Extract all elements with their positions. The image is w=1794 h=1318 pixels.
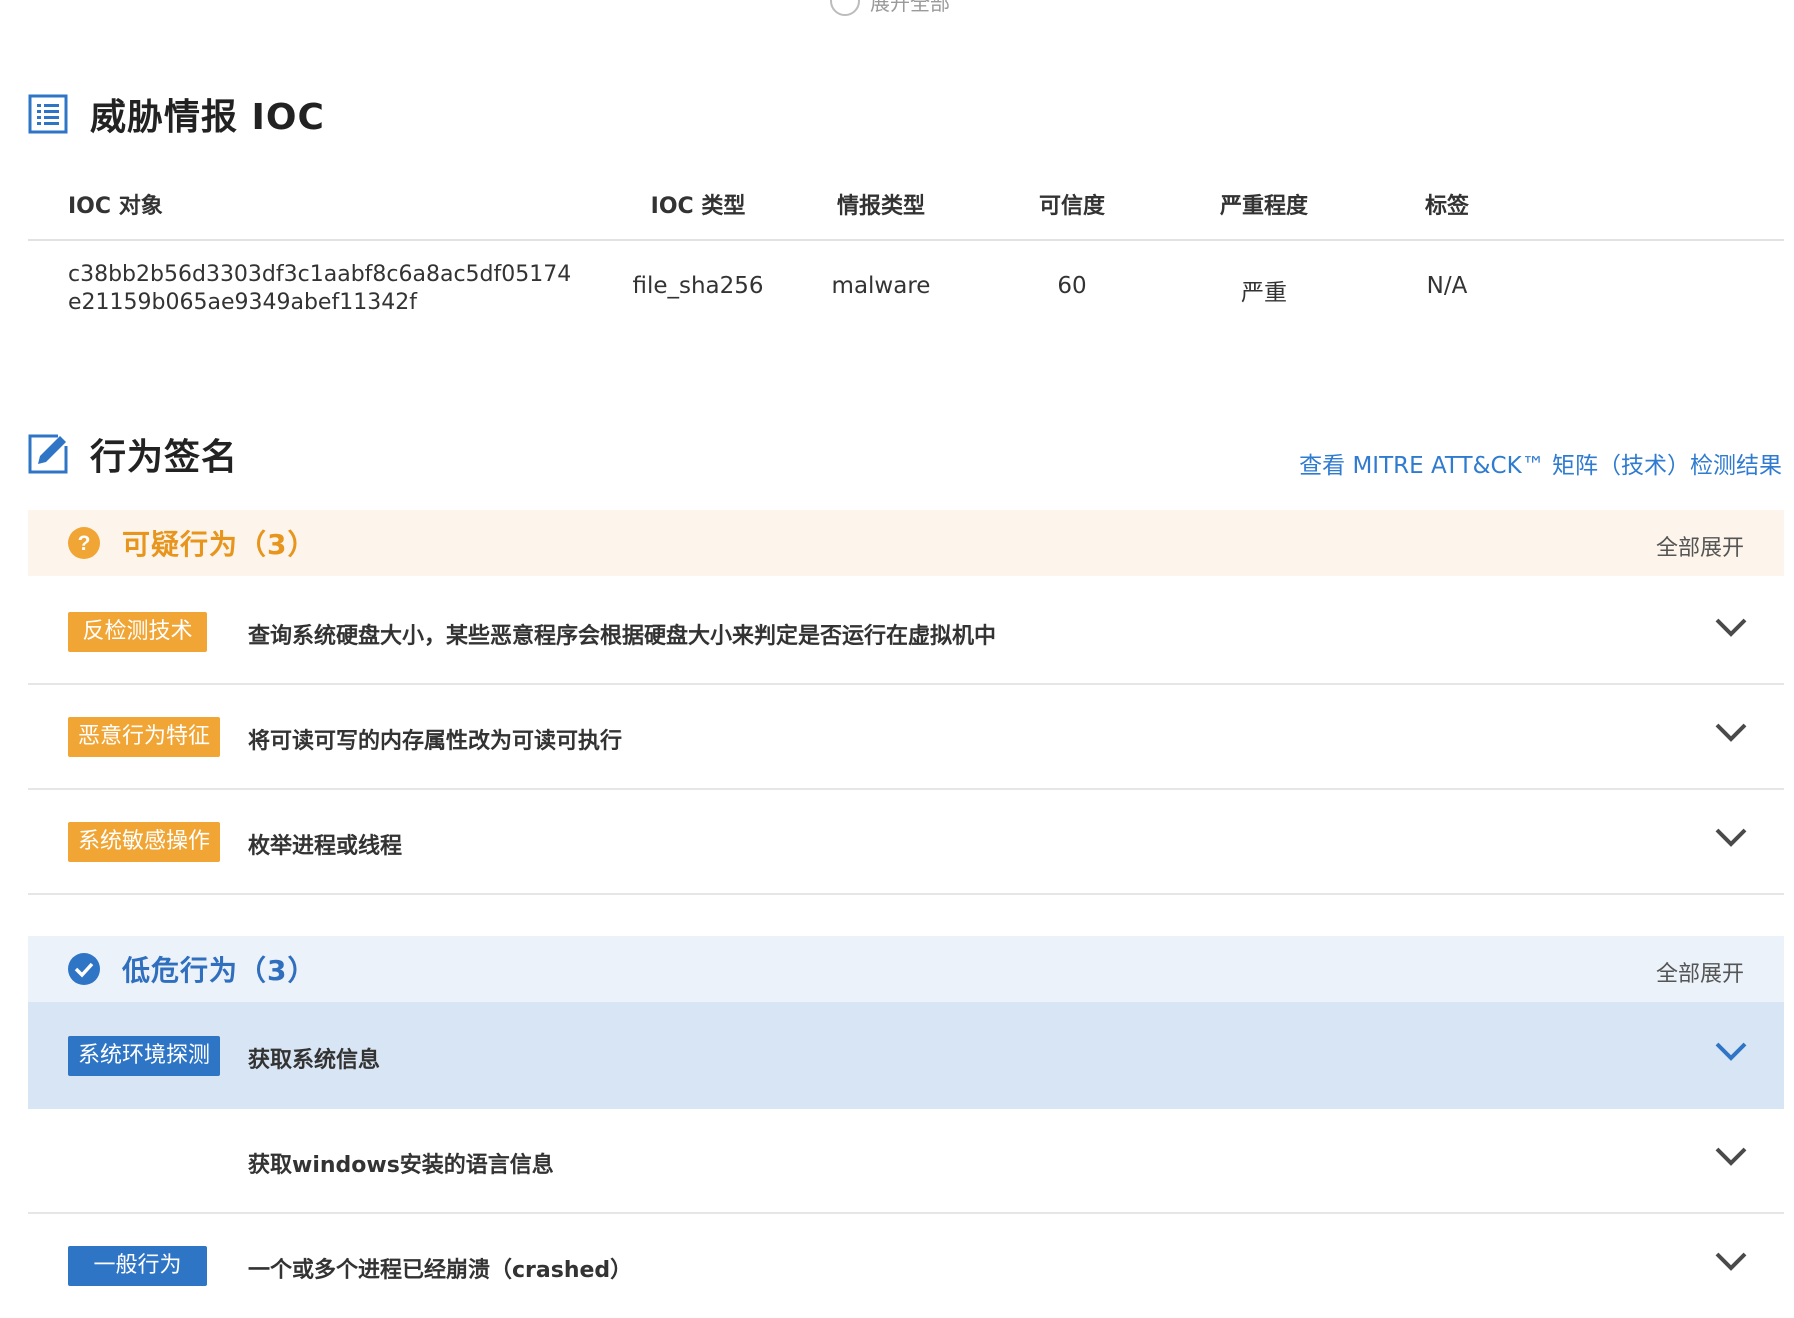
chevron-down-icon[interactable] xyxy=(1714,1040,1748,1064)
edit-icon xyxy=(28,434,68,474)
check-circle-icon xyxy=(68,953,100,985)
ioc-table: IOC 对象 IOC 类型 情报类型 可信度 严重程度 标签 c38bb2b56… xyxy=(28,170,1784,341)
chevron-down-icon[interactable] xyxy=(1714,1250,1748,1274)
col-confidence: 可信度 xyxy=(1038,194,1105,219)
mitre-attack-matrix-link[interactable]: 查看 MITRE ATT&CK™ 矩阵（技术）检测结果 xyxy=(1299,446,1782,480)
col-severity: 严重程度 xyxy=(1219,194,1308,219)
behavior-row[interactable]: 一般行为 一个或多个进程已经崩溃（crashed） xyxy=(28,1212,1784,1317)
confidence-value: 60 xyxy=(1057,273,1087,299)
behavior-category-tag: 一般行为 xyxy=(68,1246,207,1286)
expand-circle-icon xyxy=(830,0,860,16)
behavior-category-tag: 系统环境探测 xyxy=(68,1036,221,1076)
ioc-table-header: IOC 对象 IOC 类型 情报类型 可信度 严重程度 标签 xyxy=(28,170,1784,241)
behavior-description: 获取系统信息 xyxy=(248,1048,381,1073)
intel-type-value: malware xyxy=(831,273,931,299)
behavior-row[interactable]: 系统敏感操作 枚举进程或线程 xyxy=(28,788,1784,895)
tags-value: N/A xyxy=(1426,273,1468,299)
behavior-description: 一个或多个进程已经崩溃（crashed） xyxy=(248,1258,633,1283)
suspicious-expand-all-button[interactable]: 全部展开 xyxy=(1656,530,1744,562)
expand-all-label: 展开全部 xyxy=(870,0,950,15)
ioc-section-header: 威胁情报 IOC xyxy=(28,88,325,140)
behavior-description: 获取windows安装的语言信息 xyxy=(248,1153,554,1178)
report-page: 展开全部 威胁情报 IOC IOC 对象 IOC 类型 情报类型 可信度 严重程… xyxy=(0,0,1794,1318)
expand-all-toggle-top[interactable]: 展开全部 xyxy=(830,0,950,16)
col-ioc-object: IOC 对象 xyxy=(68,194,163,219)
low-risk-expand-all-button[interactable]: 全部展开 xyxy=(1656,956,1744,988)
ioc-section-title: 威胁情报 IOC xyxy=(90,97,325,138)
question-icon: ? xyxy=(68,527,100,559)
low-risk-group-title: 低危行为（3） xyxy=(122,954,317,987)
col-ioc-type: IOC 类型 xyxy=(650,194,746,219)
low-risk-group-header[interactable]: 低危行为（3） 全部展开 xyxy=(28,936,1784,1002)
chevron-down-icon[interactable] xyxy=(1714,616,1748,640)
behavior-row[interactable]: 恶意行为特征 将可读可写的内存属性改为可读可执行 xyxy=(28,683,1784,790)
behavior-row[interactable]: 反检测技术 查询系统硬盘大小，某些恶意程序会根据硬盘大小来判定是否运行在虚拟机中 xyxy=(28,578,1784,685)
chevron-down-icon[interactable] xyxy=(1714,1145,1748,1169)
behavior-description: 将可读可写的内存属性改为可读可执行 xyxy=(248,729,623,754)
suspicious-group-header[interactable]: ? 可疑行为（3） 全部展开 xyxy=(28,510,1784,576)
ioc-object-hash[interactable]: c38bb2b56d3303df3c1aabf8c6a8ac5df05174 e… xyxy=(68,261,571,317)
behavior-category-tag: 系统敏感操作 xyxy=(68,822,221,862)
severity-value: 严重 xyxy=(1241,280,1287,306)
chevron-down-icon[interactable] xyxy=(1714,721,1748,745)
behavior-category-tag: 反检测技术 xyxy=(68,612,207,652)
col-tags: 标签 xyxy=(1424,194,1469,219)
chevron-down-icon[interactable] xyxy=(1714,826,1748,850)
behavior-description: 查询系统硬盘大小，某些恶意程序会根据硬盘大小来判定是否运行在虚拟机中 xyxy=(248,624,997,649)
ioc-object-line2: e21159b065ae9349abef11342f xyxy=(68,290,417,315)
col-intel-type: 情报类型 xyxy=(836,194,925,219)
behavior-row-active[interactable]: 系统环境探测 获取系统信息 xyxy=(28,1002,1784,1109)
behavior-row[interactable]: 获取windows安装的语言信息 xyxy=(28,1107,1784,1214)
ioc-type-value: file_sha256 xyxy=(632,273,764,299)
svg-text:?: ? xyxy=(78,532,91,555)
ioc-object-line1: c38bb2b56d3303df3c1aabf8c6a8ac5df05174 xyxy=(68,262,572,287)
behavior-section-header: 行为签名 xyxy=(28,428,238,480)
behavior-section-title: 行为签名 xyxy=(90,437,239,478)
table-row: c38bb2b56d3303df3c1aabf8c6a8ac5df05174 e… xyxy=(28,241,1784,341)
suspicious-group-title: 可疑行为（3） xyxy=(122,528,317,561)
list-icon xyxy=(28,94,68,134)
behavior-description: 枚举进程或线程 xyxy=(248,834,403,859)
behavior-category-tag: 恶意行为特征 xyxy=(68,717,221,757)
